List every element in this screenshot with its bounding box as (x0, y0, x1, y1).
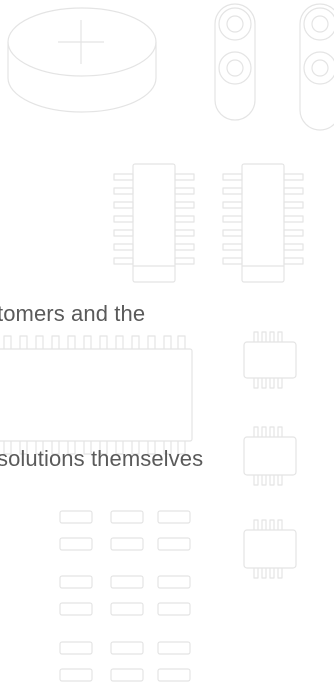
inductor-icon (299, 3, 334, 131)
ic-chip-icon (0, 335, 193, 455)
page-viewport: tomers and the solutions themselves (0, 0, 334, 682)
smd-component-icon (243, 331, 297, 389)
smd-component-icon (243, 519, 297, 579)
inductor-icon (214, 3, 256, 121)
ic-chip-icon (113, 163, 195, 283)
ic-chip-icon (222, 163, 304, 283)
smd-component-icon (243, 426, 297, 486)
body-text-line: solutions themselves (0, 446, 204, 471)
coin-battery-icon (7, 7, 157, 113)
electronics-line-art (0, 3, 334, 682)
pad-grid-icon (59, 510, 191, 682)
body-text-line: tomers and the (0, 301, 146, 326)
